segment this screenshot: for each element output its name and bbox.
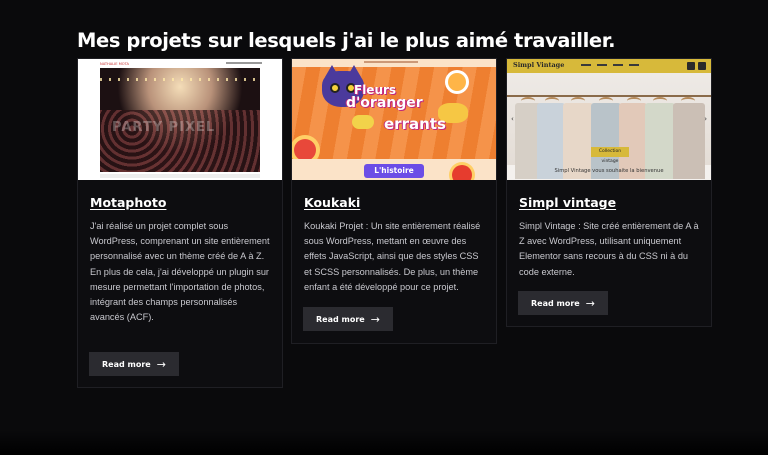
thumbnail-header: [292, 59, 496, 67]
facebook-icon: [687, 62, 695, 70]
project-thumbnail-simpl-vintage[interactable]: Simpl Vintage ‹ › Collection vintage Sim…: [507, 59, 711, 180]
arrow-right-icon: →: [370, 312, 380, 326]
flower-icon: [448, 73, 466, 91]
history-badge: L'histoire: [364, 164, 424, 178]
card-body: Motaphoto J'ai réalisé un projet complet…: [78, 180, 282, 325]
string-lights: [100, 78, 260, 81]
instagram-icon: [698, 62, 706, 70]
read-more-label: Read more: [102, 359, 151, 369]
project-card-simpl-vintage: Simpl Vintage ‹ › Collection vintage Sim…: [506, 58, 712, 327]
poster-title-line2: d'oranger: [346, 95, 423, 111]
section-title: Mes projets sur lesquels j'ai le plus ai…: [77, 29, 616, 52]
thumbnail-welcome: Simpl Vintage vous souhaite la bienvenue: [554, 168, 664, 174]
card-body: Simpl vintage Simpl Vintage : Site créé …: [507, 180, 711, 280]
read-more-label: Read more: [316, 314, 365, 324]
flower-icon: [294, 139, 316, 161]
project-thumbnail-motaphoto[interactable]: NATHALIE MOTA PARTY PIXEL: [78, 59, 282, 180]
flower-icon: [452, 165, 472, 180]
poster-amp-badge: [352, 115, 374, 129]
bottom-fade: [0, 429, 768, 455]
arrow-right-icon: →: [585, 296, 595, 310]
poster-title-line3: errants: [384, 115, 446, 133]
read-more-button[interactable]: Read more →: [303, 307, 393, 331]
card-body: Koukaki Koukaki Projet : Un site entière…: [292, 180, 496, 295]
project-description: J'ai réalisé un projet complet sous Word…: [90, 221, 270, 323]
thumbnail-cta: Collection vintage: [591, 147, 629, 164]
thumbnail-brand: Simpl Vintage: [513, 61, 565, 69]
read-more-button[interactable]: Read more →: [518, 291, 608, 315]
project-title-link[interactable]: Motaphoto: [90, 195, 166, 210]
read-more-button[interactable]: Read more →: [89, 352, 179, 376]
thumbnail-nav: [226, 62, 262, 64]
chevron-left-icon: ‹: [511, 115, 514, 123]
read-more-label: Read more: [531, 298, 580, 308]
thumbnail-nav: [581, 64, 645, 66]
arrow-right-icon: →: [156, 357, 166, 371]
project-description: Simpl Vintage : Site créé entièrement de…: [519, 221, 699, 277]
thumbnail-footer: [100, 174, 260, 178]
photo-overlay-text: PARTY PIXEL: [112, 120, 216, 135]
project-thumbnail-koukaki[interactable]: Fleurs d'oranger errants L'histoire: [292, 59, 496, 180]
project-card-koukaki: Fleurs d'oranger errants L'histoire Kouk…: [291, 58, 497, 344]
project-description: Koukaki Projet : Un site entièrement réa…: [304, 221, 481, 292]
chevron-right-icon: ›: [704, 115, 707, 123]
party-photo: PARTY PIXEL: [100, 68, 260, 172]
crowd: [100, 109, 260, 172]
thumbnail-logo: NATHALIE MOTA: [100, 62, 130, 66]
project-title-link[interactable]: Simpl vintage: [519, 195, 616, 210]
project-card-motaphoto: NATHALIE MOTA PARTY PIXEL Motaphoto J'ai…: [77, 58, 283, 388]
project-title-link[interactable]: Koukaki: [304, 195, 360, 210]
